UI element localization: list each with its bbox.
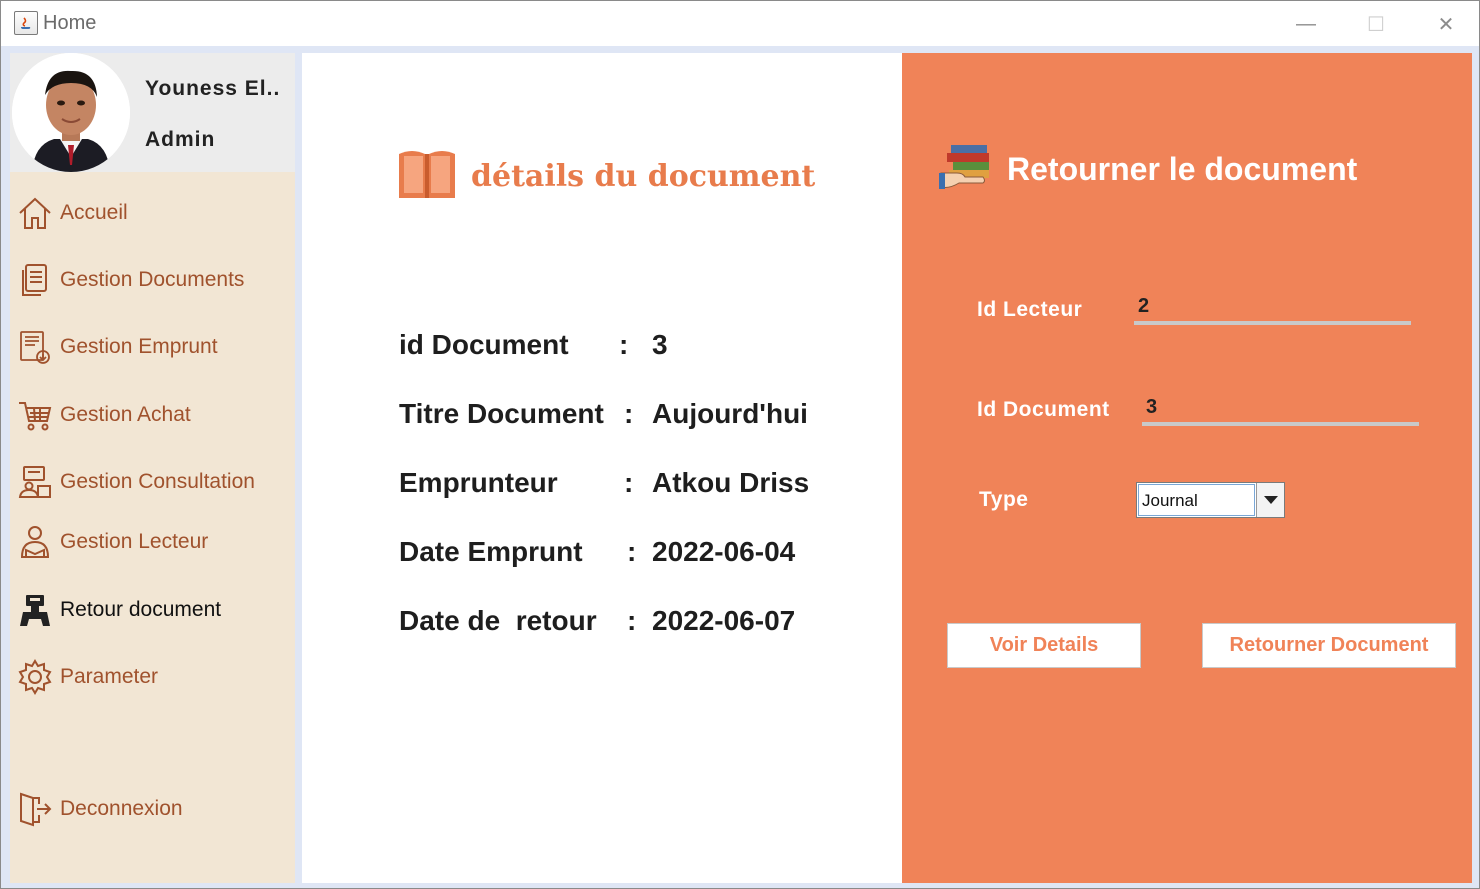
sidebar-item-label: Gestion Documents xyxy=(60,268,245,291)
sidebar-item-parameter[interactable]: Parameter xyxy=(16,654,291,700)
sidebar-item-gestion-consultation[interactable]: Gestion Consultation xyxy=(16,459,291,505)
maximize-icon: ☐ xyxy=(1367,13,1385,36)
sidebar-item-label: Deconnexion xyxy=(60,797,183,820)
profile-role: Admin xyxy=(145,128,216,151)
detail-value: Atkou Driss xyxy=(652,467,810,498)
dropdown-arrow-icon[interactable] xyxy=(1256,483,1284,517)
logout-icon xyxy=(16,790,54,828)
return-form-header: Retourner le document xyxy=(939,143,1357,196)
detail-separator: : xyxy=(627,605,637,636)
sidebar-item-label: Retour document xyxy=(60,598,222,621)
user-profile: Youness El.. Admin xyxy=(10,53,295,172)
open-book-icon xyxy=(397,148,457,205)
documents-icon xyxy=(16,261,54,299)
id-lecteur-label: Id Lecteur xyxy=(977,298,1083,321)
id-document-label: Id Document xyxy=(977,398,1110,421)
sidebar-item-label: Gestion Emprunt xyxy=(60,335,218,358)
cart-icon xyxy=(16,396,54,434)
sidebar: Youness El.. Admin Accueil Gestion Docum… xyxy=(10,53,295,883)
detail-value: 3 xyxy=(652,329,668,360)
home-icon xyxy=(16,194,54,232)
sidebar-item-gestion-emprunt[interactable]: Gestion Emprunt xyxy=(16,324,291,370)
sidebar-item-accueil[interactable]: Accueil xyxy=(16,190,291,236)
java-app-icon xyxy=(14,11,38,35)
maximize-button[interactable]: ☐ xyxy=(1356,9,1396,39)
details-title: détails du document xyxy=(471,159,816,194)
reader-icon xyxy=(16,523,54,561)
detail-label: Titre Document xyxy=(399,398,604,429)
books-hand-icon xyxy=(939,143,999,196)
consultation-icon xyxy=(16,463,54,501)
retourner-document-button[interactable]: Retourner Document xyxy=(1202,623,1456,668)
detail-separator: : xyxy=(627,536,637,567)
details-header: détails du document xyxy=(397,148,815,205)
retourner-document-label: Retourner Document xyxy=(1229,634,1429,656)
type-label: Type xyxy=(979,488,1029,511)
minimize-icon: — xyxy=(1296,12,1316,35)
sidebar-item-gestion-lecteur[interactable]: Gestion Lecteur xyxy=(16,519,291,565)
detail-label: id Document xyxy=(399,329,569,360)
detail-value: 2022-06-04 xyxy=(652,536,796,567)
voir-details-button[interactable]: Voir Details xyxy=(947,623,1141,668)
title-bar: Home — ☐ ✕ xyxy=(1,1,1479,46)
type-selected-value: Journal xyxy=(1138,484,1255,516)
avatar xyxy=(12,53,130,172)
voir-details-label: Voir Details xyxy=(989,634,1099,656)
minimize-button[interactable]: — xyxy=(1286,9,1326,39)
app-window: Home — ☐ ✕ Youness El.. Admin Accueil Ge… xyxy=(0,0,1480,889)
return-icon xyxy=(16,591,54,629)
gear-icon xyxy=(16,658,54,696)
sidebar-item-label: Gestion Consultation xyxy=(60,470,255,493)
document-details-panel: détails du document id Document : 3 Titr… xyxy=(302,53,902,883)
sidebar-item-retour-document[interactable]: Retour document xyxy=(16,587,291,633)
detail-value: Aujourd'hui xyxy=(652,398,808,429)
detail-label: Date Emprunt xyxy=(399,536,583,567)
detail-separator: : xyxy=(619,329,629,360)
detail-label: Emprunteur xyxy=(399,467,558,498)
sidebar-item-label: Parameter xyxy=(60,665,159,688)
sidebar-item-label: Accueil xyxy=(60,201,128,224)
sidebar-item-gestion-documents[interactable]: Gestion Documents xyxy=(16,257,291,303)
return-form-panel: Retourner le document Id Lecteur Id Docu… xyxy=(902,53,1472,883)
detail-separator: : xyxy=(624,467,634,498)
id-lecteur-input[interactable] xyxy=(1134,291,1411,325)
sidebar-item-label: Gestion Lecteur xyxy=(60,530,209,553)
close-button[interactable]: ✕ xyxy=(1426,9,1466,39)
sidebar-item-label: Gestion Achat xyxy=(60,403,191,426)
profile-name: Youness El.. xyxy=(145,77,281,100)
close-icon: ✕ xyxy=(1437,13,1455,36)
type-select[interactable]: Journal xyxy=(1136,482,1285,518)
return-form-title: Retourner le document xyxy=(1007,151,1358,187)
detail-label: Date de retour xyxy=(399,605,597,636)
window-title: Home xyxy=(43,12,97,34)
sidebar-item-gestion-achat[interactable]: Gestion Achat xyxy=(16,392,291,438)
sidebar-item-deconnexion[interactable]: Deconnexion xyxy=(16,786,291,832)
detail-separator: : xyxy=(624,398,634,429)
borrow-icon xyxy=(16,328,54,366)
detail-value: 2022-06-07 xyxy=(652,605,796,636)
id-document-input[interactable] xyxy=(1142,392,1419,426)
